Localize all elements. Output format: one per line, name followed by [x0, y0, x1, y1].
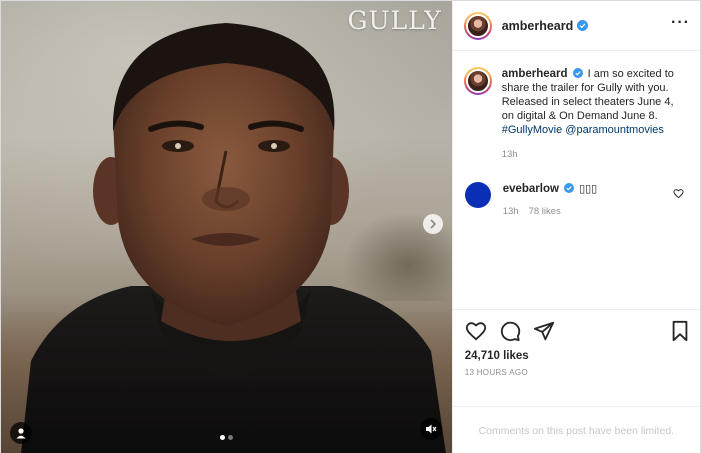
caption-body: amberheard I am so excited to share the … — [502, 67, 688, 162]
media-title-overlay: GULLY — [347, 6, 442, 35]
user-tag-icon[interactable] — [10, 422, 32, 444]
comment-text: ▯▯▯ — [579, 183, 598, 195]
commenter-avatar[interactable] — [464, 182, 491, 208]
header-username[interactable]: amberheard — [502, 19, 574, 33]
caption-time[interactable]: 13h — [502, 149, 518, 160]
chevron-right-icon[interactable] — [422, 214, 443, 234]
portrait-image — [21, 23, 446, 453]
bookmark-icon[interactable] — [670, 320, 690, 342]
heart-icon[interactable] — [465, 320, 487, 342]
comment-icon[interactable] — [499, 320, 521, 342]
comment-item: evebarlow ▯▯▯ 13h 78 likes — [464, 182, 688, 217]
action-bar — [465, 318, 690, 344]
verified-badge-icon — [577, 20, 589, 31]
caption-username[interactable]: amberheard — [502, 68, 568, 80]
post-timestamp[interactable]: 13 HOURS AGO — [465, 368, 690, 377]
avatar[interactable] — [463, 11, 492, 40]
muted-speaker-icon[interactable] — [419, 418, 442, 440]
verified-badge-icon — [564, 183, 575, 193]
comment-heart-icon[interactable] — [673, 188, 684, 199]
instagram-post: GULLY amberheard ··· amberheard I am so … — [0, 0, 701, 453]
post-header: amberheard ··· — [452, 1, 700, 51]
comment-meta: 13h 78 likes — [503, 206, 673, 217]
caption-mention[interactable]: @paramountmovies — [565, 124, 664, 136]
carousel-indicator — [220, 435, 233, 440]
share-icon[interactable] — [533, 320, 555, 342]
caption-meta: 13h — [502, 148, 688, 162]
likes-count[interactable]: 24,710 likes — [465, 350, 690, 362]
post-actions: 24,710 likes 13 HOURS AGO — [452, 309, 700, 406]
comment-username[interactable]: evebarlow — [503, 183, 559, 195]
comment-likes[interactable]: 78 likes — [529, 206, 561, 217]
carousel-dot — [228, 435, 233, 440]
verified-badge-icon — [572, 68, 583, 78]
comment-body: evebarlow ▯▯▯ 13h 78 likes — [503, 182, 673, 217]
caption-hashtag[interactable]: #GullyMovie — [502, 124, 563, 136]
comment-time[interactable]: 13h — [503, 206, 519, 217]
more-dots-icon[interactable]: ··· — [671, 14, 690, 37]
comments-list: amberheard I am so excited to share the … — [453, 51, 700, 309]
carousel-dot-active — [220, 435, 225, 440]
post-media[interactable]: GULLY — [1, 1, 452, 453]
caption: amberheard I am so excited to share the … — [463, 67, 688, 162]
caption-avatar[interactable] — [463, 67, 492, 95]
post-side-panel: amberheard ··· amberheard I am so excite… — [451, 1, 700, 453]
comments-limited-notice: Comments on this post have been limited. — [452, 406, 700, 453]
